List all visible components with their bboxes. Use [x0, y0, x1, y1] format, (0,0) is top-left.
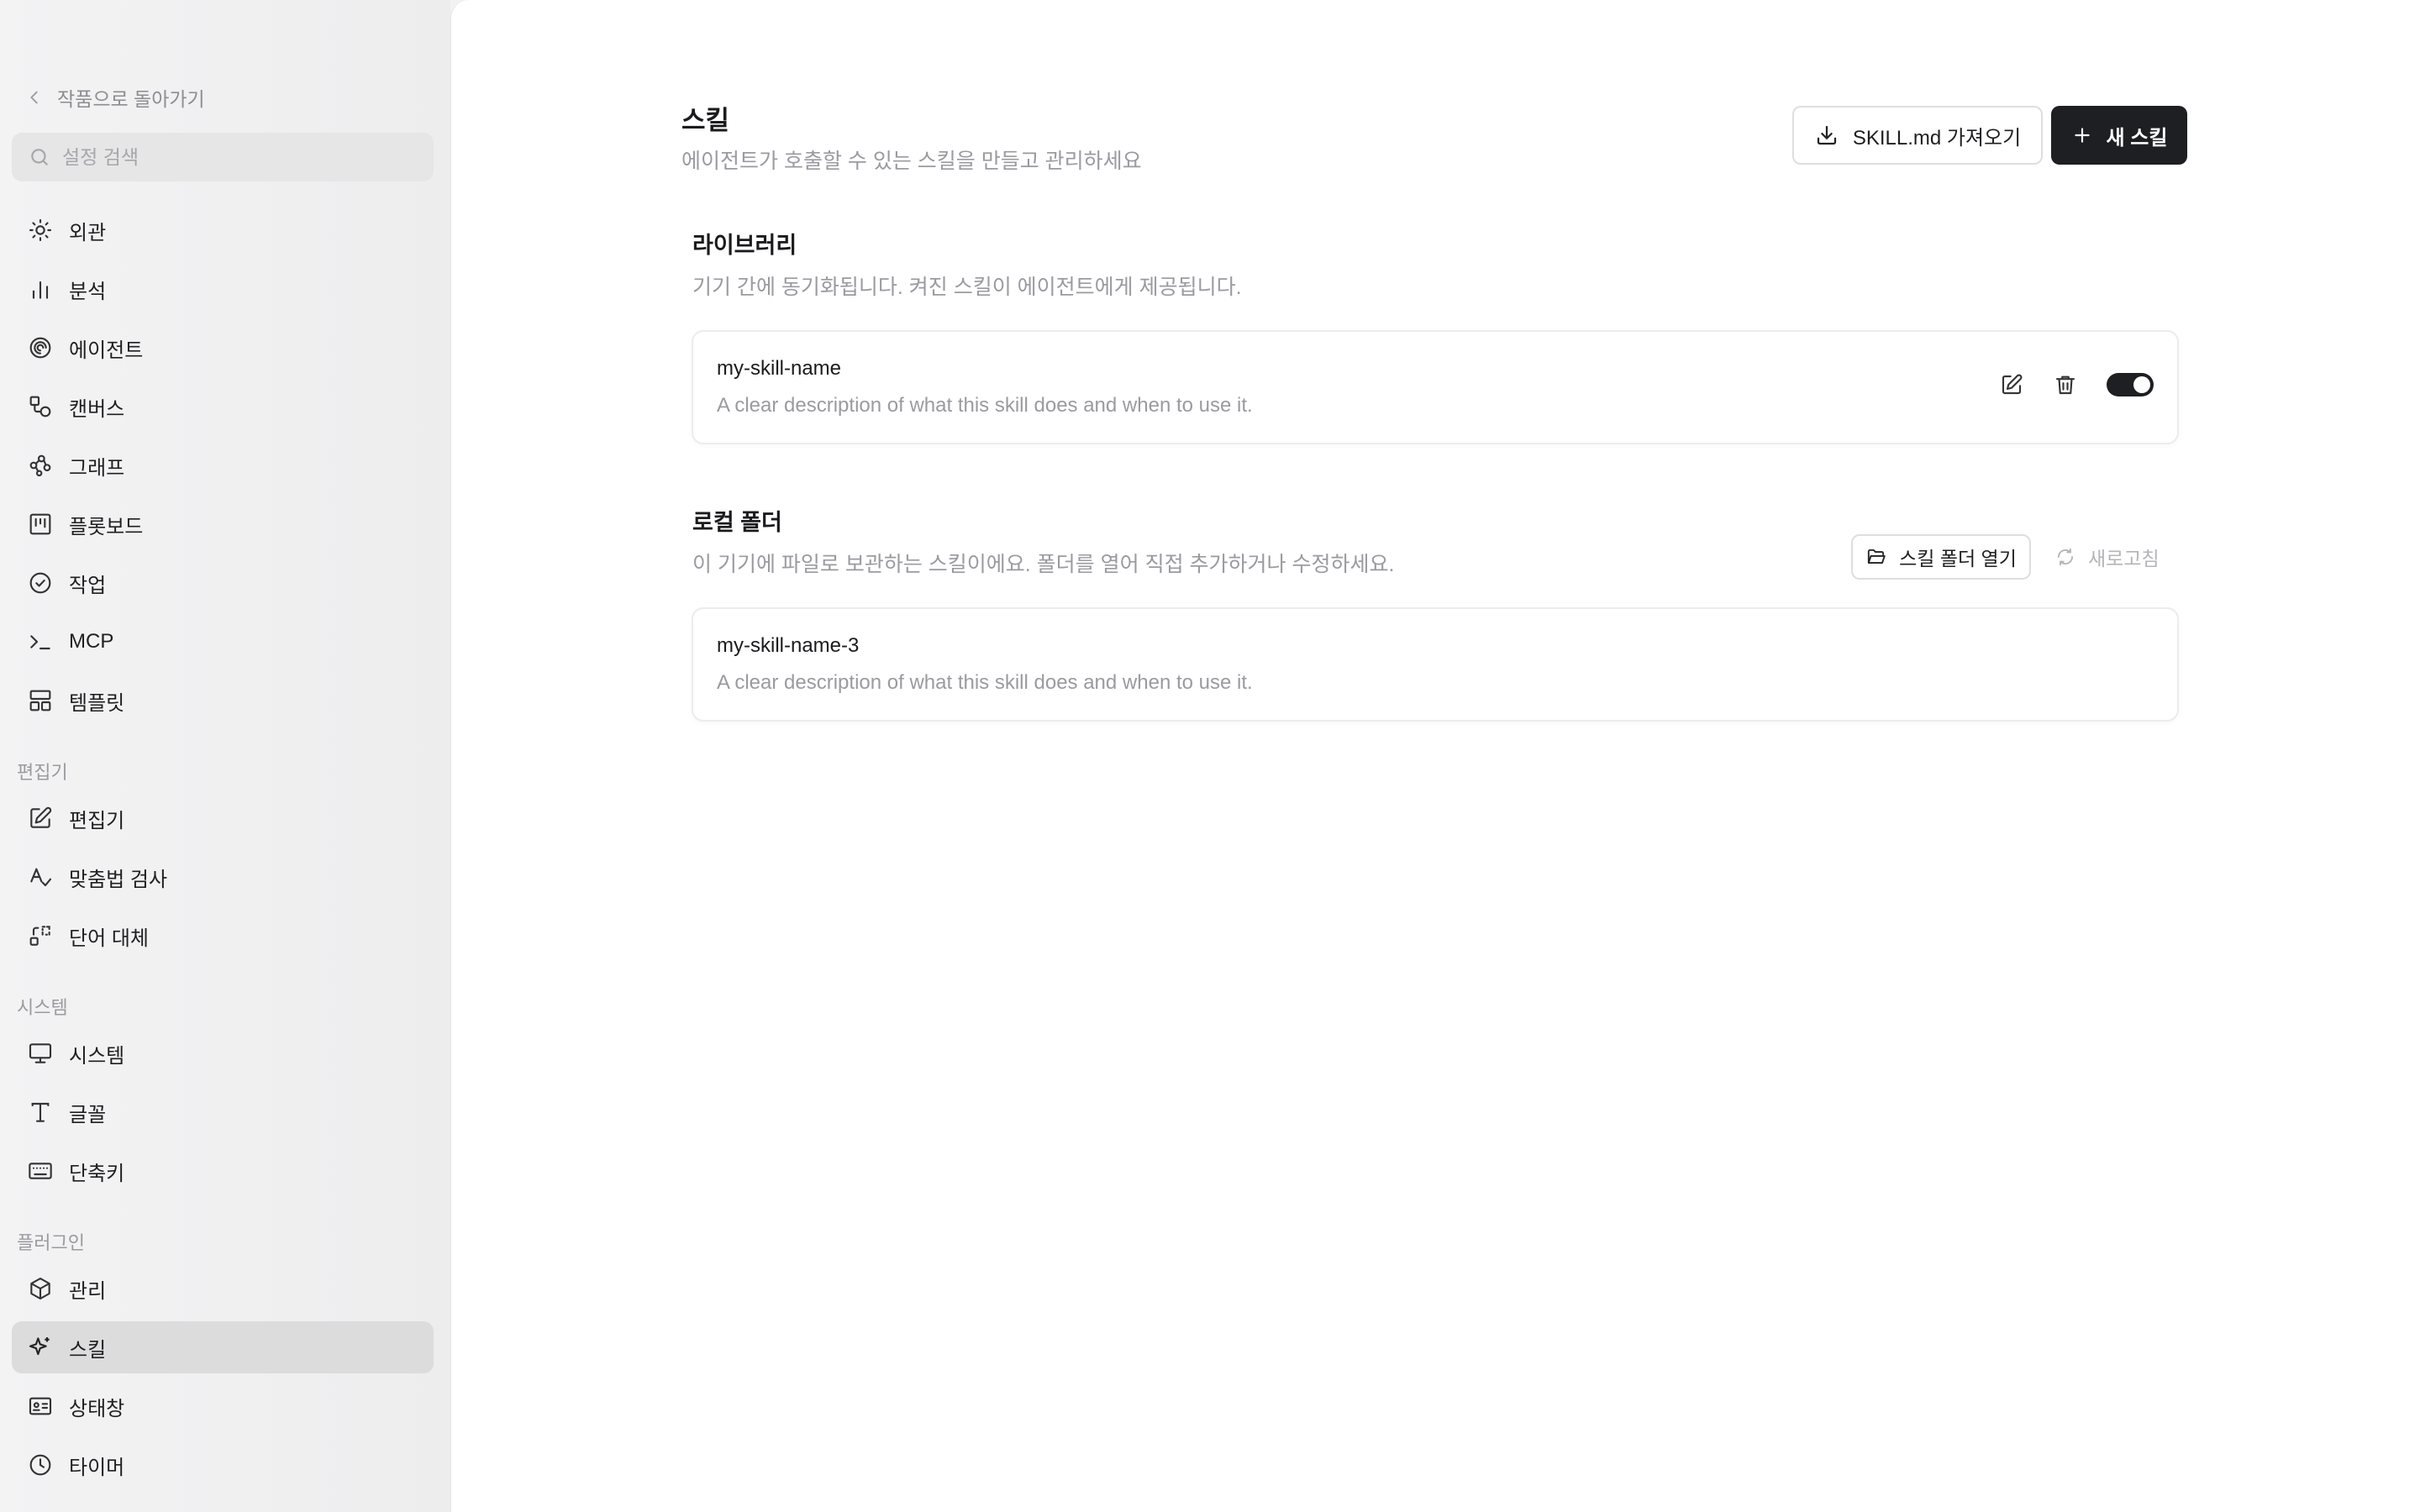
- keyboard-icon: [29, 1163, 52, 1179]
- sidebar-item-label: 작업: [69, 574, 107, 597]
- sidebar-item-word-replace[interactable]: 단어 대체: [12, 910, 434, 962]
- sidebar-item-plotboard[interactable]: 플롯보드: [12, 498, 434, 550]
- sidebar-item-tasks[interactable]: 작업: [12, 557, 434, 609]
- section-label-plugins: 플러그인: [17, 1232, 85, 1253]
- sun-icon: [29, 218, 52, 242]
- sidebar-item-graph[interactable]: 그래프: [12, 439, 434, 491]
- check-circle-icon: [29, 572, 51, 594]
- sidebar-item-label: 단어 대체: [69, 927, 149, 950]
- section-label-editor: 편집기: [17, 762, 68, 783]
- package-icon: [30, 1277, 50, 1300]
- chevron-left-icon: [30, 91, 38, 104]
- sidebar-item-timer[interactable]: 타이머: [12, 1439, 434, 1491]
- import-label: SKILL.md 가져오기: [1852, 126, 2022, 150]
- type-icon: [31, 1102, 50, 1122]
- toggle-knob: [2133, 376, 2150, 393]
- back-to-works-link[interactable]: 작품으로 돌아가기: [25, 81, 205, 114]
- folder-open-icon: [1867, 549, 1886, 564]
- sidebar-item-analytics[interactable]: 분석: [12, 263, 434, 315]
- sidebar-item-mcp[interactable]: MCP: [12, 616, 434, 668]
- library-section-description: 기기 간에 동기화됩니다. 켜진 스킬이 에이전트에게 제공됩니다.: [692, 276, 1242, 299]
- sidebar-item-label: 단축키: [69, 1162, 125, 1185]
- settings-search[interactable]: [12, 133, 434, 181]
- delete-skill-button[interactable]: [2053, 372, 2078, 397]
- sidebar-item-shortcuts[interactable]: 단축키: [12, 1145, 434, 1197]
- sidebar-item-label: 타이머: [69, 1456, 125, 1479]
- trash-icon: [2055, 375, 2075, 395]
- local-skill-card[interactable]: my-skill-name-3 A clear description of w…: [692, 607, 2179, 722]
- sidebar-item-appearance[interactable]: 외관: [12, 204, 434, 256]
- kanban-icon: [29, 513, 51, 535]
- refresh-button[interactable]: 새로고침: [2054, 534, 2160, 580]
- skill-actions: [1999, 372, 2154, 397]
- edit-skill-button[interactable]: [1999, 372, 2024, 397]
- new-skill-button[interactable]: 새 스킬: [2051, 106, 2187, 165]
- sidebar-item-system[interactable]: 시스템: [12, 1027, 434, 1079]
- skill-name: my-skill-name-3: [717, 634, 860, 657]
- open-folder-label: 스킬 폴더 열기: [1899, 548, 2017, 570]
- sidebar-item-label: 외관: [69, 221, 107, 244]
- sparkles-icon: [29, 1337, 50, 1356]
- bar-chart-icon: [32, 281, 49, 299]
- download-icon: [1817, 125, 1836, 145]
- plus-icon: [2074, 128, 2090, 143]
- sidebar-item-agent[interactable]: 에이전트: [12, 322, 434, 374]
- spellcheck-icon: [30, 868, 52, 887]
- open-skill-folder-button[interactable]: 스킬 폴더 열기: [1851, 534, 2031, 580]
- new-skill-label: 새 스킬: [2106, 126, 2168, 150]
- library-section-title: 라이브러리: [692, 233, 797, 258]
- sidebar-item-label: 캔버스: [69, 397, 125, 421]
- page-title: 스킬: [681, 106, 730, 135]
- layout-template-icon: [29, 690, 51, 711]
- sidebar-item-label: 스킬: [69, 1338, 107, 1362]
- sidebar-item-label: 상태창: [69, 1397, 125, 1420]
- sidebar-item-spellcheck[interactable]: 맞춤법 검사: [12, 851, 434, 903]
- sidebar-item-label: 글꼴: [69, 1103, 107, 1126]
- sidebar-item-label: 편집기: [69, 809, 125, 832]
- settings-search-input[interactable]: [62, 145, 415, 169]
- sidebar-item-label: 분석: [69, 280, 107, 303]
- page-description: 에이전트가 호출할 수 있는 스킬을 만들고 관리하세요: [681, 150, 1142, 173]
- sidebar-item-label: 에이전트: [69, 339, 144, 362]
- sidebar-item-label: 시스템: [69, 1044, 125, 1068]
- id-card-icon: [29, 1397, 52, 1415]
- shapes-icon: [29, 396, 51, 417]
- sidebar-item-templates[interactable]: 템플릿: [12, 675, 434, 727]
- sidebar-item-status-window[interactable]: 상태창: [12, 1380, 434, 1432]
- section-label-system: 시스템: [17, 997, 68, 1018]
- refresh-icon: [2057, 548, 2074, 566]
- local-folder-section-description: 이 기기에 파일로 보관하는 스킬이에요. 폴더를 열어 직접 추가하거나 수정…: [692, 553, 1395, 576]
- settings-sidebar: 작품으로 돌아가기 외관 분석 에이전트 캔버스 그래프 플롯보드 작업 MCP…: [0, 0, 450, 1512]
- skill-description: A clear description of what this skill d…: [717, 394, 1253, 417]
- spiral-icon: [29, 337, 51, 359]
- sidebar-item-label: 템플릿: [69, 691, 125, 715]
- edit-square-icon: [30, 806, 52, 828]
- sidebar-item-canvas[interactable]: 캔버스: [12, 381, 434, 433]
- skill-description: A clear description of what this skill d…: [717, 671, 1253, 694]
- sidebar-item-label: 맞춤법 검사: [69, 868, 168, 891]
- import-skill-md-button[interactable]: SKILL.md 가져오기: [1792, 106, 2043, 165]
- sidebar-item-label: 그래프: [69, 456, 125, 480]
- replace-icon: [29, 926, 50, 946]
- search-icon: [31, 149, 48, 165]
- sidebar-item-fonts[interactable]: 글꼴: [12, 1086, 434, 1138]
- refresh-label: 새로고침: [2088, 548, 2160, 570]
- sidebar-item-label: 관리: [69, 1279, 107, 1303]
- sidebar-item-label: MCP: [69, 630, 114, 653]
- local-folder-section-title: 로컬 폴더: [692, 510, 782, 535]
- monitor-icon: [29, 1043, 52, 1063]
- skill-name: my-skill-name: [717, 357, 842, 380]
- sidebar-item-editor[interactable]: 편집기: [12, 792, 434, 844]
- graph-nodes-icon: [29, 454, 51, 477]
- sidebar-item-label: 플롯보드: [69, 515, 144, 538]
- sidebar-item-skills[interactable]: 스킬: [12, 1321, 434, 1373]
- skill-enabled-toggle[interactable]: [2107, 373, 2154, 396]
- terminal-icon: [30, 635, 50, 650]
- skills-settings-panel: 스킬 에이전트가 호출할 수 있는 스킬을 만들고 관리하세요 SKILL.md…: [450, 0, 2420, 1512]
- skill-card[interactable]: my-skill-name A clear description of wha…: [692, 330, 2179, 444]
- sidebar-item-manage[interactable]: 관리: [12, 1263, 434, 1315]
- edit-icon: [2002, 374, 2023, 395]
- clock-icon: [29, 1454, 51, 1476]
- back-label: 작품으로 돌아가기: [57, 88, 205, 110]
